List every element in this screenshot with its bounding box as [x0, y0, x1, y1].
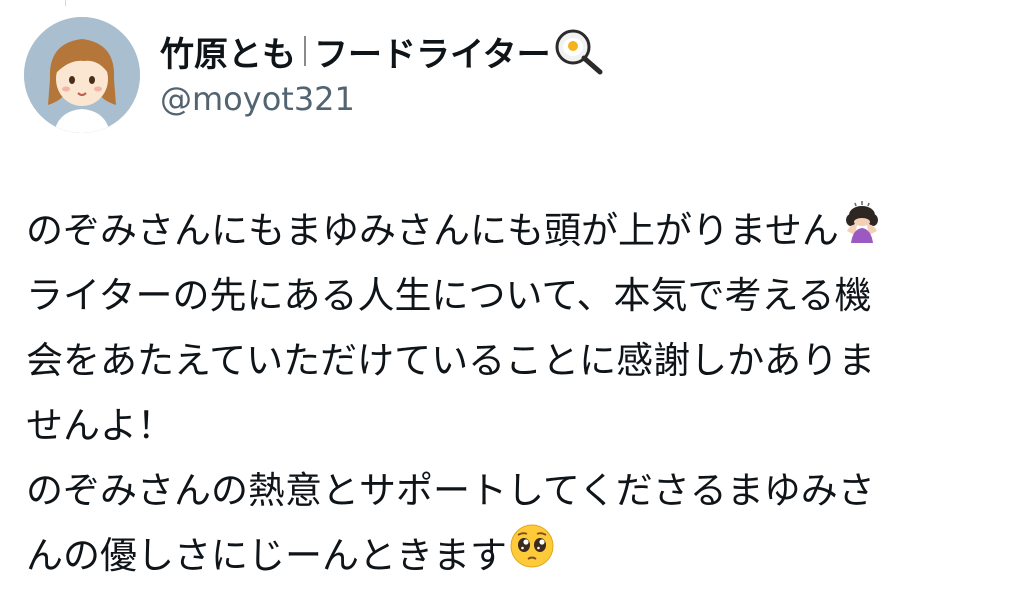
tweet-text: のぞみさんにもまゆみさんにも頭が上がりません ライターの先にある人生について、本…: [26, 198, 1006, 588]
author-title[interactable]: フードライター: [314, 27, 551, 76]
avatar-illustration-icon: [24, 17, 140, 133]
tweet-line: せんよ！: [26, 393, 1006, 458]
tweet-line-text: ライターの先にある人生について、本気で考える機: [26, 274, 872, 317]
tweet-line: のぞみさんにもまゆみさんにも頭が上がりません: [26, 198, 1006, 263]
tweet-line: んの優しさにじーんときます: [26, 523, 1006, 588]
tweet-line: のぞみさんの熱意とサポートしてくださるまゆみさ: [26, 458, 1006, 523]
person-bowing-icon: [841, 198, 883, 263]
author-handle[interactable]: @moyot321: [160, 80, 1004, 118]
tweet-line-text: のぞみさんにもまゆみさんにも頭が上がりません: [26, 209, 839, 252]
tweet-line: ライターの先にある人生について、本気で考える機: [26, 263, 1006, 328]
tweet-line-text: のぞみさんの熱意とサポートしてくださるまゆみさ: [26, 469, 875, 512]
tweet-line-text: せんよ！: [26, 404, 174, 447]
thread-connector-line: [65, 0, 66, 6]
tweet-header: 竹原とも フードライター @moyot321: [160, 26, 1004, 118]
tweet-line-text: んの優しさにじーんときます: [26, 534, 507, 577]
author-display-name[interactable]: 竹原とも: [160, 27, 296, 76]
avatar[interactable]: [24, 17, 140, 133]
frying-pan-egg-icon: [553, 27, 605, 75]
pleading-face-icon: [509, 523, 555, 589]
author-name-row[interactable]: 竹原とも フードライター: [160, 26, 1004, 76]
name-separator: [304, 36, 306, 66]
tweet-line: 会をあたえていただけていることに感謝しかありま: [26, 328, 1006, 393]
tweet-line-text: 会をあたえていただけていることに感謝しかありま: [26, 339, 876, 382]
